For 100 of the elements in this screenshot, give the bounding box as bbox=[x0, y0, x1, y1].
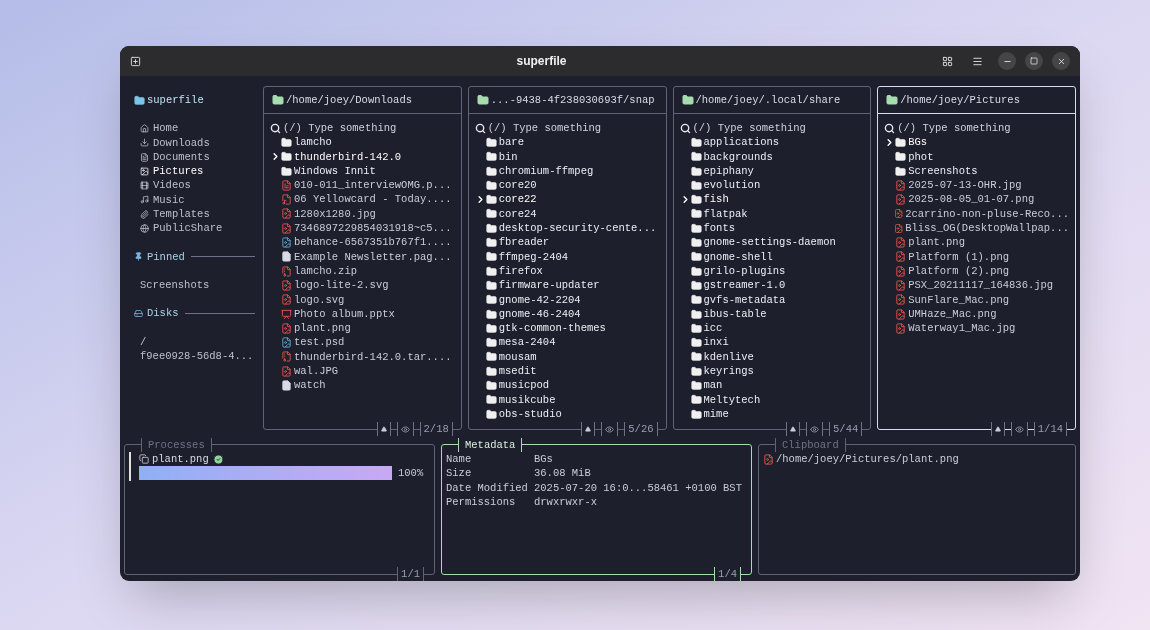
file-name[interactable]: gtk-common-themes bbox=[498, 321, 606, 336]
file-name[interactable]: epiphany bbox=[703, 163, 754, 179]
sidebar-item[interactable]: Home bbox=[140, 121, 255, 136]
search-field[interactable]: (/) Type something bbox=[487, 121, 648, 136]
file-name[interactable]: lamcho bbox=[294, 135, 332, 150]
file-name[interactable]: firmware-updater bbox=[498, 278, 600, 293]
file-name[interactable]: inxi bbox=[703, 335, 729, 350]
menu-icon[interactable] bbox=[972, 55, 983, 67]
grid-icon[interactable] bbox=[942, 55, 953, 67]
file-name[interactable]: gnome-46-2404 bbox=[498, 306, 581, 322]
file-name[interactable]: 2025-07-13-OHR.jpg bbox=[908, 178, 1022, 193]
file-name[interactable]: kdenlive bbox=[703, 349, 754, 365]
file-name[interactable]: flatpak bbox=[703, 206, 748, 222]
file-name[interactable]: fish bbox=[703, 192, 729, 207]
file-name[interactable]: plant.png bbox=[908, 235, 965, 250]
file-name[interactable]: Windows Innit bbox=[294, 163, 376, 179]
file-name[interactable]: gstreamer-1.0 bbox=[703, 278, 786, 293]
file-name[interactable]: thunderbird-142.0.tar.... bbox=[294, 349, 452, 365]
file-name[interactable]: core20 bbox=[498, 178, 537, 193]
pinned-item[interactable]: Screenshots bbox=[140, 277, 255, 293]
sidebar-item[interactable]: Music bbox=[140, 192, 255, 208]
file-name[interactable]: BGs bbox=[908, 135, 928, 150]
file-name[interactable]: obs-studio bbox=[498, 406, 562, 422]
disk-item[interactable]: f9ee0928-56d8-4... bbox=[140, 348, 255, 364]
maximize-button[interactable] bbox=[1025, 52, 1043, 70]
clipboard-path: /home/joey/Pictures/plant.png bbox=[776, 452, 959, 467]
file-name[interactable]: core22 bbox=[498, 192, 537, 207]
file-name[interactable]: evolution bbox=[703, 178, 761, 193]
file-name[interactable]: logo.svg bbox=[294, 292, 345, 307]
file-name[interactable]: fbreader bbox=[498, 235, 550, 250]
file-name[interactable]: firefox bbox=[498, 263, 543, 279]
file-name[interactable]: musicpod bbox=[498, 378, 550, 393]
disk-item[interactable]: / bbox=[140, 334, 255, 349]
file-name[interactable]: musikcube bbox=[498, 392, 556, 407]
sort-icon bbox=[380, 426, 387, 432]
file-name[interactable]: bare bbox=[498, 135, 524, 150]
file-name[interactable]: behance-6567351b767f1.... bbox=[294, 235, 452, 250]
file-name[interactable]: mousam bbox=[498, 349, 537, 365]
file-name[interactable]: gnome-shell bbox=[703, 249, 773, 264]
file-name[interactable]: bin bbox=[498, 149, 518, 164]
file-name[interactable]: PSX_20211117_164836.jpg bbox=[908, 278, 1054, 293]
file-name[interactable]: core24 bbox=[498, 206, 537, 222]
file-name[interactable]: msedit bbox=[498, 364, 537, 379]
file-name[interactable]: thunderbird-142.0 bbox=[294, 149, 402, 164]
file-name[interactable]: lamcho.zip bbox=[294, 263, 357, 279]
new-tab-icon[interactable] bbox=[130, 55, 141, 67]
search-field[interactable]: (/) Type something bbox=[897, 121, 1058, 136]
file-name[interactable]: Platform (2).png bbox=[908, 263, 1010, 279]
search-field[interactable]: (/) Type something bbox=[283, 121, 443, 136]
file-name[interactable]: wal.JPG bbox=[294, 364, 339, 379]
file-name[interactable]: 2carrino-non-pluse-Reco... bbox=[905, 206, 1069, 222]
file-name[interactable]: mime bbox=[703, 406, 729, 422]
file-name[interactable]: Example Newsletter.pag... bbox=[294, 249, 452, 264]
file-name[interactable]: ffmpeg-2404 bbox=[498, 249, 569, 264]
file-name[interactable]: 7346897229854031918~c5... bbox=[294, 221, 452, 236]
file-name[interactable]: backgrounds bbox=[703, 149, 773, 164]
file-name[interactable]: Photo album.pptx bbox=[294, 306, 395, 322]
search-icon bbox=[474, 122, 486, 134]
file-name[interactable]: grilo-plugins bbox=[703, 263, 786, 279]
file-name[interactable]: gnome-settings-daemon bbox=[703, 235, 836, 250]
file-name[interactable]: logo-lite-2.svg bbox=[294, 278, 389, 293]
file-name[interactable]: gvfs-metadata bbox=[703, 292, 786, 307]
search-field[interactable]: (/) Type something bbox=[692, 121, 853, 136]
file-name[interactable]: keyrings bbox=[703, 364, 754, 379]
sidebar-item[interactable]: Downloads bbox=[140, 135, 255, 150]
file-name[interactable]: UMHaze_Mac.png bbox=[908, 306, 997, 322]
file-name[interactable]: 1280x1280.jpg bbox=[294, 206, 376, 222]
image-file-icon bbox=[895, 279, 907, 291]
file-name[interactable]: fonts bbox=[703, 221, 735, 236]
sidebar-item[interactable]: Videos bbox=[140, 178, 255, 193]
folder-icon bbox=[485, 365, 497, 377]
file-name[interactable]: Waterway1_Mac.jpg bbox=[908, 321, 1016, 336]
file-name[interactable]: chromium-ffmpeg bbox=[498, 163, 594, 179]
file-name[interactable]: 010-011_interviewOMG.p... bbox=[294, 178, 452, 193]
file-name[interactable]: mesa-2404 bbox=[498, 335, 556, 350]
file-name[interactable]: SunFlare_Mac.png bbox=[908, 292, 1010, 307]
sidebar-item[interactable]: Documents bbox=[140, 149, 255, 165]
minimize-button[interactable] bbox=[998, 52, 1016, 70]
file-name[interactable]: Screenshots bbox=[908, 163, 978, 179]
file-name[interactable]: watch bbox=[294, 378, 326, 393]
file-name[interactable]: plant.png bbox=[294, 321, 351, 336]
folder-icon bbox=[690, 351, 702, 363]
sidebar-item[interactable]: Templates bbox=[140, 207, 255, 222]
file-name[interactable]: 2025-08-05_01-07.png bbox=[908, 192, 1035, 207]
file-name[interactable]: applications bbox=[703, 135, 780, 150]
file-name[interactable]: phot bbox=[908, 149, 934, 164]
file-name[interactable]: icc bbox=[703, 321, 723, 336]
file-name[interactable]: desktop-security-cente... bbox=[498, 221, 657, 236]
file-name[interactable]: gnome-42-2204 bbox=[498, 292, 581, 307]
close-button[interactable] bbox=[1052, 52, 1070, 70]
file-name[interactable]: test.psd bbox=[294, 335, 345, 350]
file-name[interactable]: ibus-table bbox=[703, 306, 767, 322]
file-name[interactable]: Platform (1).png bbox=[908, 249, 1010, 264]
file-name[interactable]: Meltytech bbox=[703, 392, 761, 407]
file-name[interactable]: Bliss_OG(DesktopWallpap... bbox=[905, 221, 1069, 236]
sidebar-item[interactable]: Pictures bbox=[140, 164, 255, 179]
file-name[interactable]: 06 Yellowcard - Today.... bbox=[294, 192, 452, 207]
file-name[interactable]: man bbox=[703, 378, 723, 393]
sidebar-item[interactable]: PublicShare bbox=[140, 221, 255, 236]
folder-icon bbox=[485, 237, 497, 248]
